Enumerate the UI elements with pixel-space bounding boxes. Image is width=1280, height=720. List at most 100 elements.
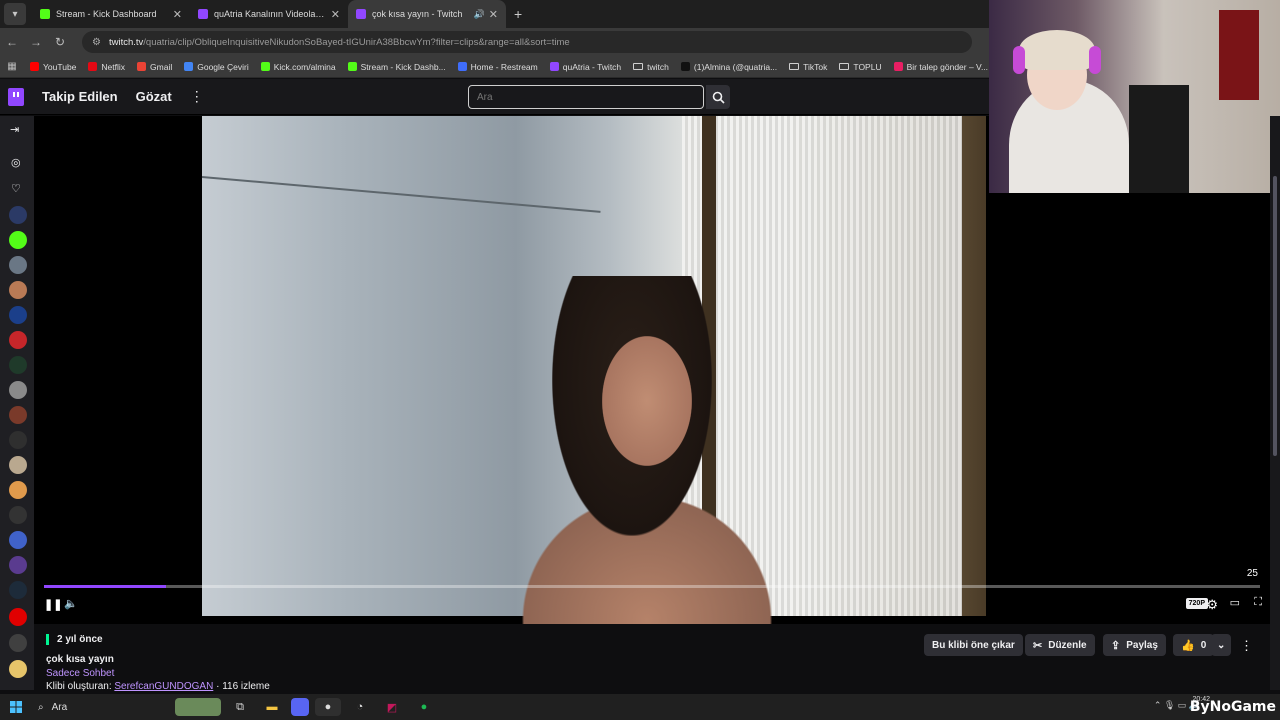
close-tab-icon[interactable]: ✕: [331, 8, 340, 21]
channel-avatar[interactable]: [9, 431, 27, 449]
twitch-favicon-icon: [356, 9, 366, 19]
recommended-icon[interactable]: ◎: [11, 156, 21, 169]
channel-avatar[interactable]: [9, 206, 27, 224]
twitch-favicon-icon: [198, 9, 208, 19]
windows-start-icon[interactable]: [0, 701, 32, 713]
speaker-icon[interactable]: 🔊: [474, 9, 485, 20]
channel-avatar[interactable]: [9, 556, 27, 574]
apps-grid-icon[interactable]: ▦: [0, 61, 24, 72]
settings-gear-icon[interactable]: ⚙: [1206, 597, 1218, 613]
creator-link[interactable]: SerefcanGUNDOGAN: [114, 681, 213, 692]
search-input[interactable]: [468, 85, 704, 109]
scissors-icon: ✂: [1033, 639, 1043, 652]
thumbs-up-icon: 👍: [1181, 639, 1195, 652]
channel-avatar[interactable]: [9, 281, 27, 299]
channel-avatar[interactable]: [9, 331, 27, 349]
reload-icon[interactable]: ↻: [48, 35, 72, 49]
discord-icon[interactable]: [291, 698, 309, 716]
channel-avatar[interactable]: [9, 634, 27, 652]
channel-avatar[interactable]: [9, 481, 27, 499]
channel-avatar[interactable]: [9, 256, 27, 274]
search-highlight-image[interactable]: [175, 698, 221, 716]
bookmark-item[interactable]: Gmail: [137, 62, 172, 72]
browser-tab-clip[interactable]: çok kısa yayın - Twitch 🔊 ✕: [348, 0, 506, 28]
channel-avatar[interactable]: [9, 356, 27, 374]
expand-sidebar-icon[interactable]: ⇥: [10, 123, 19, 136]
spotify-icon[interactable]: ●: [411, 698, 437, 716]
app-icon[interactable]: ◔: [347, 698, 373, 716]
pause-icon[interactable]: ❚❚: [44, 598, 62, 611]
bookmark-item[interactable]: Home - Restream: [457, 61, 538, 72]
close-tab-icon[interactable]: ✕: [173, 8, 182, 21]
channel-avatar[interactable]: [9, 456, 27, 474]
bookmark-item[interactable]: TOPLU: [839, 62, 882, 72]
edit-button[interactable]: ✂ Düzenle: [1025, 634, 1095, 656]
volume-icon[interactable]: 🔈: [64, 597, 78, 610]
share-icon: ⇪: [1111, 639, 1121, 652]
task-view-icon[interactable]: ⧉: [227, 698, 253, 716]
scrollbar-thumb[interactable]: [1273, 176, 1277, 456]
bookmark-item[interactable]: Google Çeviri: [184, 62, 249, 72]
bookmark-item[interactable]: quAtria - Twitch: [549, 62, 621, 72]
clip-category-link[interactable]: Sadece Sohbet: [46, 668, 114, 679]
url-path: /quatria/clip/ObliqueInquisitiveNikudonS…: [143, 36, 570, 48]
address-bar[interactable]: ⚙ twitch.tv/quatria/clip/ObliqueInquisit…: [82, 31, 972, 53]
quality-badge[interactable]: 720P: [1185, 598, 1208, 609]
view-count: 116 izleme: [222, 681, 270, 692]
bookmark-item[interactable]: Stream - Kick Dashb...: [347, 62, 446, 72]
channel-avatar[interactable]: [9, 381, 27, 399]
channel-avatar[interactable]: [9, 608, 27, 626]
bookmark-item[interactable]: (1)Almina (@quatria...: [680, 62, 777, 72]
bookmark-item[interactable]: Bir talep gönder – V...: [893, 62, 988, 72]
channel-avatar[interactable]: [9, 531, 27, 549]
wall-edge: [201, 176, 601, 213]
like-button[interactable]: 👍 0: [1173, 634, 1215, 656]
forward-arrow-icon[interactable]: →: [24, 35, 48, 49]
streamer-face: [602, 336, 692, 466]
back-arrow-icon[interactable]: ←: [0, 35, 24, 49]
search-icon: [712, 91, 725, 104]
twitch-logo-icon[interactable]: [8, 87, 24, 106]
fullscreen-icon[interactable]: ⛶: [1254, 596, 1262, 609]
share-button[interactable]: ⇪ Paylaş: [1103, 634, 1166, 656]
followed-heart-icon[interactable]: ♡: [11, 182, 21, 195]
feature-clip-button[interactable]: Bu klibi öne çıkar: [924, 634, 1023, 656]
streamer-figure: [502, 276, 792, 624]
more-options-icon[interactable]: ⋮: [1240, 638, 1253, 654]
nav-browse-link[interactable]: Gözat: [136, 89, 172, 104]
page-scrollbar[interactable]: [1270, 116, 1280, 690]
tab-search-chevron-icon[interactable]: ▾: [4, 3, 26, 25]
site-info-icon[interactable]: ⚙: [92, 37, 101, 48]
like-dropdown-button[interactable]: ⌄: [1211, 634, 1232, 656]
app-icon[interactable]: ◩: [379, 698, 405, 716]
new-tab-plus-icon[interactable]: +: [514, 6, 522, 22]
channel-avatar[interactable]: [9, 506, 27, 524]
bookmark-item[interactable]: Netflix: [88, 62, 125, 72]
bookmark-item[interactable]: YouTube: [30, 62, 76, 72]
tab-title: Stream - Kick Dashboard: [56, 9, 157, 19]
nav-following-link[interactable]: Takip Edilen: [42, 89, 118, 104]
file-explorer-icon[interactable]: ▬: [259, 698, 285, 716]
channel-avatar[interactable]: [9, 406, 27, 424]
chrome-icon[interactable]: ●: [315, 698, 341, 716]
theatre-mode-icon[interactable]: ▭: [1230, 596, 1240, 609]
search-button[interactable]: [706, 85, 730, 109]
browser-tab-kick-dashboard[interactable]: Stream - Kick Dashboard ✕: [32, 0, 190, 28]
close-tab-icon[interactable]: ✕: [489, 8, 498, 21]
channel-avatar[interactable]: [9, 231, 27, 249]
browser-tab-quatria-videos[interactable]: quAtria Kanalının Videoları - Tw ✕: [190, 0, 348, 28]
tab-title: quAtria Kanalının Videoları - Tw: [214, 9, 327, 19]
seek-bar[interactable]: [44, 585, 1260, 588]
channel-avatar[interactable]: [9, 306, 27, 324]
bookmark-label: YouTube: [43, 61, 77, 72]
bookmark-label: Home - Restream: [470, 61, 538, 72]
channel-avatar[interactable]: [9, 581, 27, 599]
channel-avatar[interactable]: [9, 660, 27, 678]
more-options-icon[interactable]: ⋮: [190, 88, 204, 105]
bookmark-favicon-icon: [457, 62, 467, 71]
bookmark-item[interactable]: twitch: [633, 62, 669, 72]
bookmark-item[interactable]: Kick.com/almina: [260, 62, 336, 72]
taskbar-search[interactable]: ⌕ Ara: [32, 696, 172, 718]
tab-title: çok kısa yayın - Twitch: [372, 9, 463, 19]
bookmark-item[interactable]: TikTok: [789, 62, 827, 72]
